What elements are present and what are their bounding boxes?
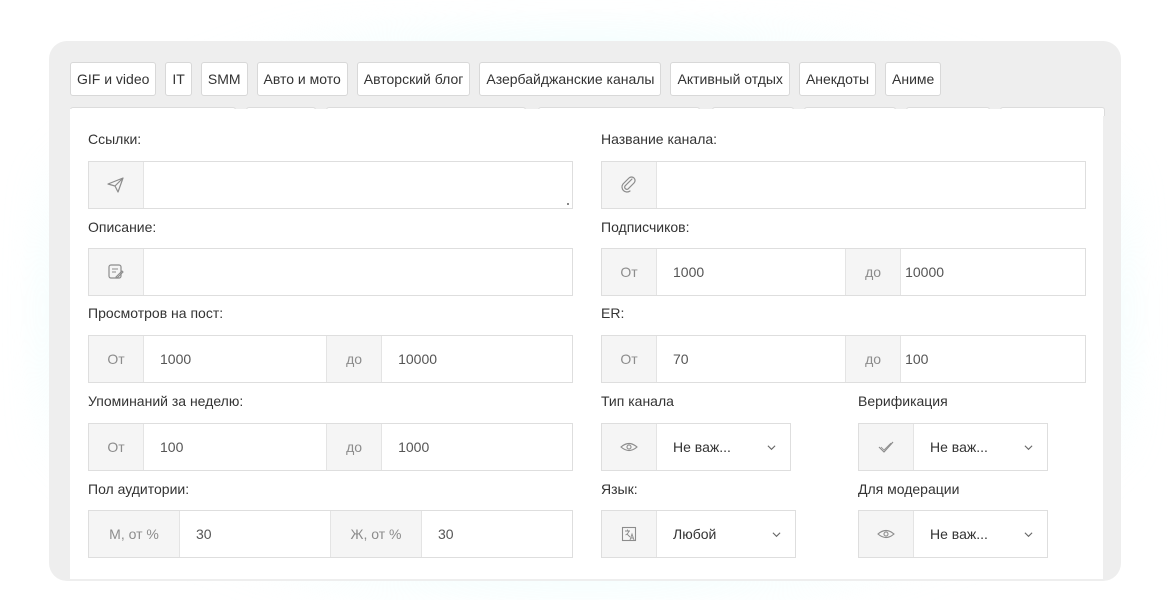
subscribers-to-input[interactable]: 10000 — [901, 249, 1085, 295]
subscribers-label: Подписчиков: — [601, 219, 690, 235]
views-to-label: до — [326, 336, 383, 382]
channel-name-field[interactable] — [601, 161, 1086, 209]
resize-handle[interactable] — [567, 203, 569, 205]
eye-icon — [602, 424, 657, 470]
er-label: ER: — [601, 305, 625, 321]
male-percent-label: М, от % — [89, 511, 180, 557]
chevron-down-icon — [767, 444, 776, 450]
subscribers-from-label: От — [602, 249, 657, 295]
er-from-input[interactable]: 70 — [657, 336, 845, 382]
views-from-input[interactable]: 1000 — [144, 336, 326, 382]
moderation-selected: Не важ... — [930, 526, 988, 542]
description-label: Описание: — [88, 219, 157, 235]
male-percent-input[interactable]: 30 — [180, 511, 330, 557]
chevron-down-icon — [1024, 531, 1033, 537]
channel-type-select[interactable]: Не важ... — [601, 423, 791, 471]
category-tag[interactable]: Азербайджанские каналы — [479, 62, 662, 96]
mentions-to-input[interactable]: 1000 — [382, 424, 572, 470]
channel-type-value[interactable]: Не важ... — [657, 424, 790, 470]
er-range: От 70 до 100 — [601, 335, 1086, 383]
gender-label: Пол аудитории: — [88, 481, 190, 497]
moderation-select[interactable]: Не важ... — [858, 510, 1048, 558]
channel-type-label: Тип канала — [601, 393, 674, 409]
send-icon — [89, 162, 144, 208]
mentions-from-label: От — [89, 424, 144, 470]
note-icon — [89, 249, 144, 295]
verification-label: Верификация — [858, 393, 948, 409]
category-tags: GIF и video IT SMM Авто и мото Авторский… — [70, 62, 942, 98]
category-tag[interactable]: Анекдоты — [798, 62, 877, 96]
verification-select[interactable]: Не важ... — [858, 423, 1048, 471]
links-input[interactable] — [144, 162, 572, 208]
category-tag[interactable]: GIF и video — [70, 62, 157, 96]
links-field[interactable] — [88, 161, 573, 209]
category-tag[interactable]: Авто и мото — [256, 62, 348, 96]
channel-name-label: Название канала: — [601, 131, 718, 147]
language-select[interactable]: Любой — [601, 510, 796, 558]
er-to-label: до — [845, 336, 902, 382]
views-label: Просмотров на пост: — [88, 305, 224, 321]
views-from-label: От — [89, 336, 144, 382]
category-tag[interactable]: IT — [165, 62, 192, 96]
category-tag[interactable]: Аниме — [885, 62, 942, 96]
chevron-down-icon — [1024, 444, 1033, 450]
verification-value[interactable]: Не важ... — [914, 424, 1047, 470]
subscribers-from-input[interactable]: 1000 — [657, 249, 845, 295]
female-percent-input[interactable]: 30 — [422, 511, 572, 557]
category-tag[interactable]: Авторский блог — [356, 62, 471, 96]
channel-type-selected: Не важ... — [673, 439, 731, 455]
subscribers-range: От 1000 до 10000 — [601, 248, 1086, 296]
language-value[interactable]: Любой — [657, 511, 795, 557]
views-range: От 1000 до 10000 — [88, 335, 573, 383]
links-label: Ссылки: — [88, 131, 142, 147]
moderation-label: Для модерации — [858, 481, 960, 497]
description-field[interactable] — [88, 248, 573, 296]
subscribers-to-label: до — [845, 249, 902, 295]
mentions-range: От 100 до 1000 — [88, 423, 573, 471]
verification-selected: Не важ... — [930, 439, 988, 455]
language-selected: Любой — [673, 526, 717, 542]
mentions-label: Упоминаний за неделю: — [88, 393, 244, 409]
eye-icon — [859, 511, 914, 557]
views-to-input[interactable]: 10000 — [382, 336, 572, 382]
check-icon — [859, 424, 914, 470]
mentions-from-input[interactable]: 100 — [144, 424, 326, 470]
language-label: Язык: — [601, 481, 638, 497]
female-percent-label: Ж, от % — [330, 511, 422, 557]
mentions-to-label: до — [326, 424, 383, 470]
channel-name-input[interactable] — [657, 162, 1085, 208]
paperclip-icon — [602, 162, 657, 208]
category-tag[interactable]: SMM — [200, 62, 248, 96]
chevron-down-icon — [772, 531, 781, 537]
gender-range: М, от % 30 Ж, от % 30 — [88, 510, 573, 558]
description-input[interactable] — [144, 249, 572, 295]
er-to-input[interactable]: 100 — [901, 336, 1085, 382]
translate-icon — [602, 511, 657, 557]
moderation-value[interactable]: Не важ... — [914, 511, 1047, 557]
category-tag[interactable]: Активный отдых — [670, 62, 790, 96]
er-from-label: От — [602, 336, 657, 382]
